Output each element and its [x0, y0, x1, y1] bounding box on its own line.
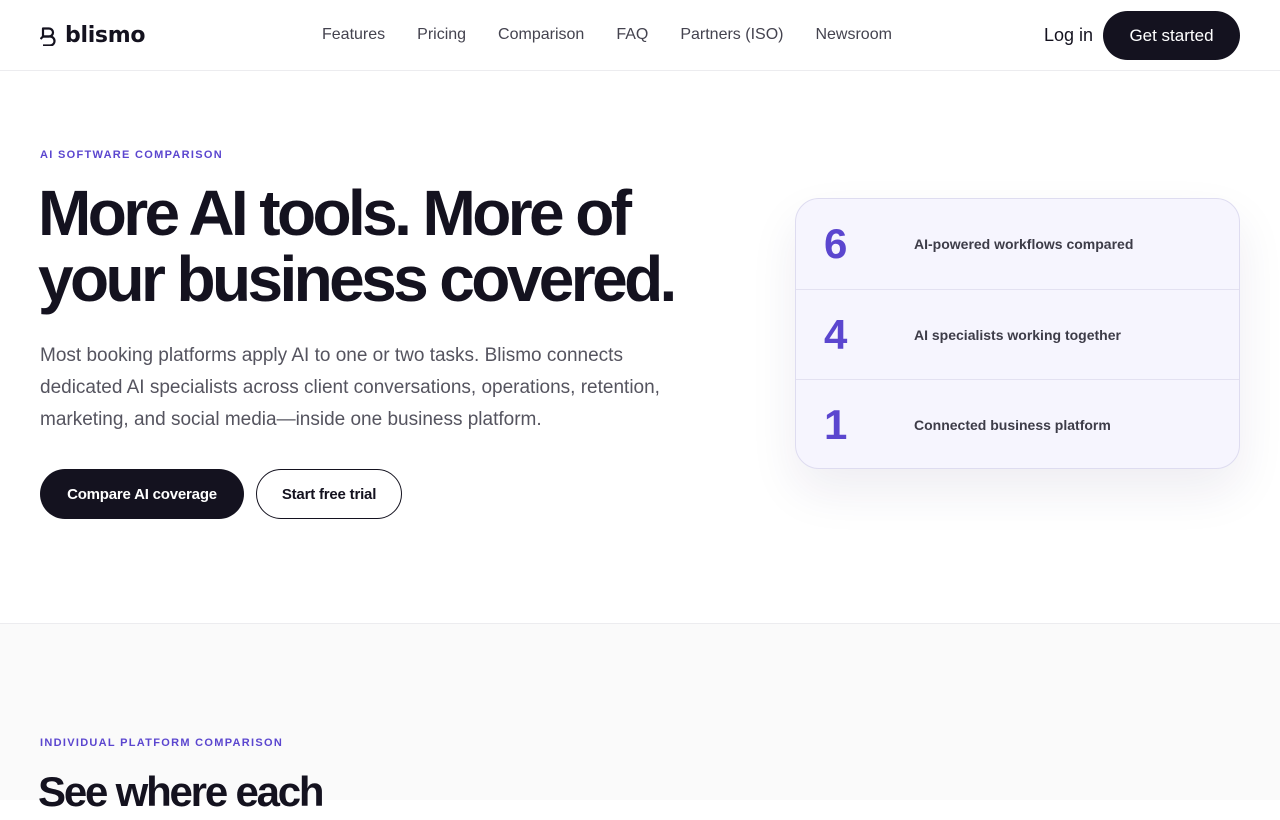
stat-row: 1 Connected business platform — [796, 379, 1239, 468]
stat-value: 1 — [824, 400, 848, 448]
nav-pricing[interactable]: Pricing — [417, 24, 466, 46]
nav-comparison[interactable]: Comparison — [498, 24, 584, 46]
hero-title-line-1: More AI tools. More of — [38, 177, 632, 249]
login-link[interactable]: Log in — [1044, 24, 1093, 46]
stat-row: 4 AI specialists working together — [796, 289, 1239, 379]
hero-subtitle: Most booking platforms apply AI to one o… — [40, 345, 660, 430]
hero-title-line-2: your business covered. — [38, 243, 677, 315]
hero-title: More AI tools. More of your business cov… — [38, 180, 718, 312]
section-eyebrow: INDIVIDUAL PLATFORM COMPARISON — [40, 737, 284, 749]
stat-value: 6 — [824, 220, 848, 267]
start-free-trial-button[interactable]: Start free trial — [256, 469, 402, 519]
stat-label: AI-powered workflows compared — [914, 236, 1134, 252]
stats-card: 6 AI-powered workflows compared 4 AI spe… — [795, 198, 1240, 469]
main-nav: Features Pricing Comparison FAQ Partners… — [322, 24, 892, 46]
brand-name: blismo — [65, 23, 146, 48]
site-header: blismo Features Pricing Comparison FAQ P… — [0, 0, 1280, 71]
section-title: See where each — [38, 768, 325, 815]
get-started-button[interactable]: Get started — [1103, 11, 1240, 60]
nav-newsroom[interactable]: Newsroom — [815, 24, 891, 46]
brand-logo[interactable]: blismo — [40, 22, 145, 50]
blismo-logo-icon — [40, 27, 56, 46]
stat-value: 4 — [824, 310, 848, 358]
stat-label: AI specialists working together — [914, 326, 1121, 343]
stat-label: Connected business platform — [914, 416, 1111, 433]
stat-row: 6 AI-powered workflows compared — [796, 199, 1239, 289]
nav-faq[interactable]: FAQ — [616, 24, 648, 46]
compare-ai-coverage-button[interactable]: Compare AI coverage — [40, 469, 244, 519]
nav-features[interactable]: Features — [322, 24, 385, 46]
hero-eyebrow: AI SOFTWARE COMPARISON — [40, 149, 224, 161]
nav-partners[interactable]: Partners (ISO) — [680, 24, 783, 46]
